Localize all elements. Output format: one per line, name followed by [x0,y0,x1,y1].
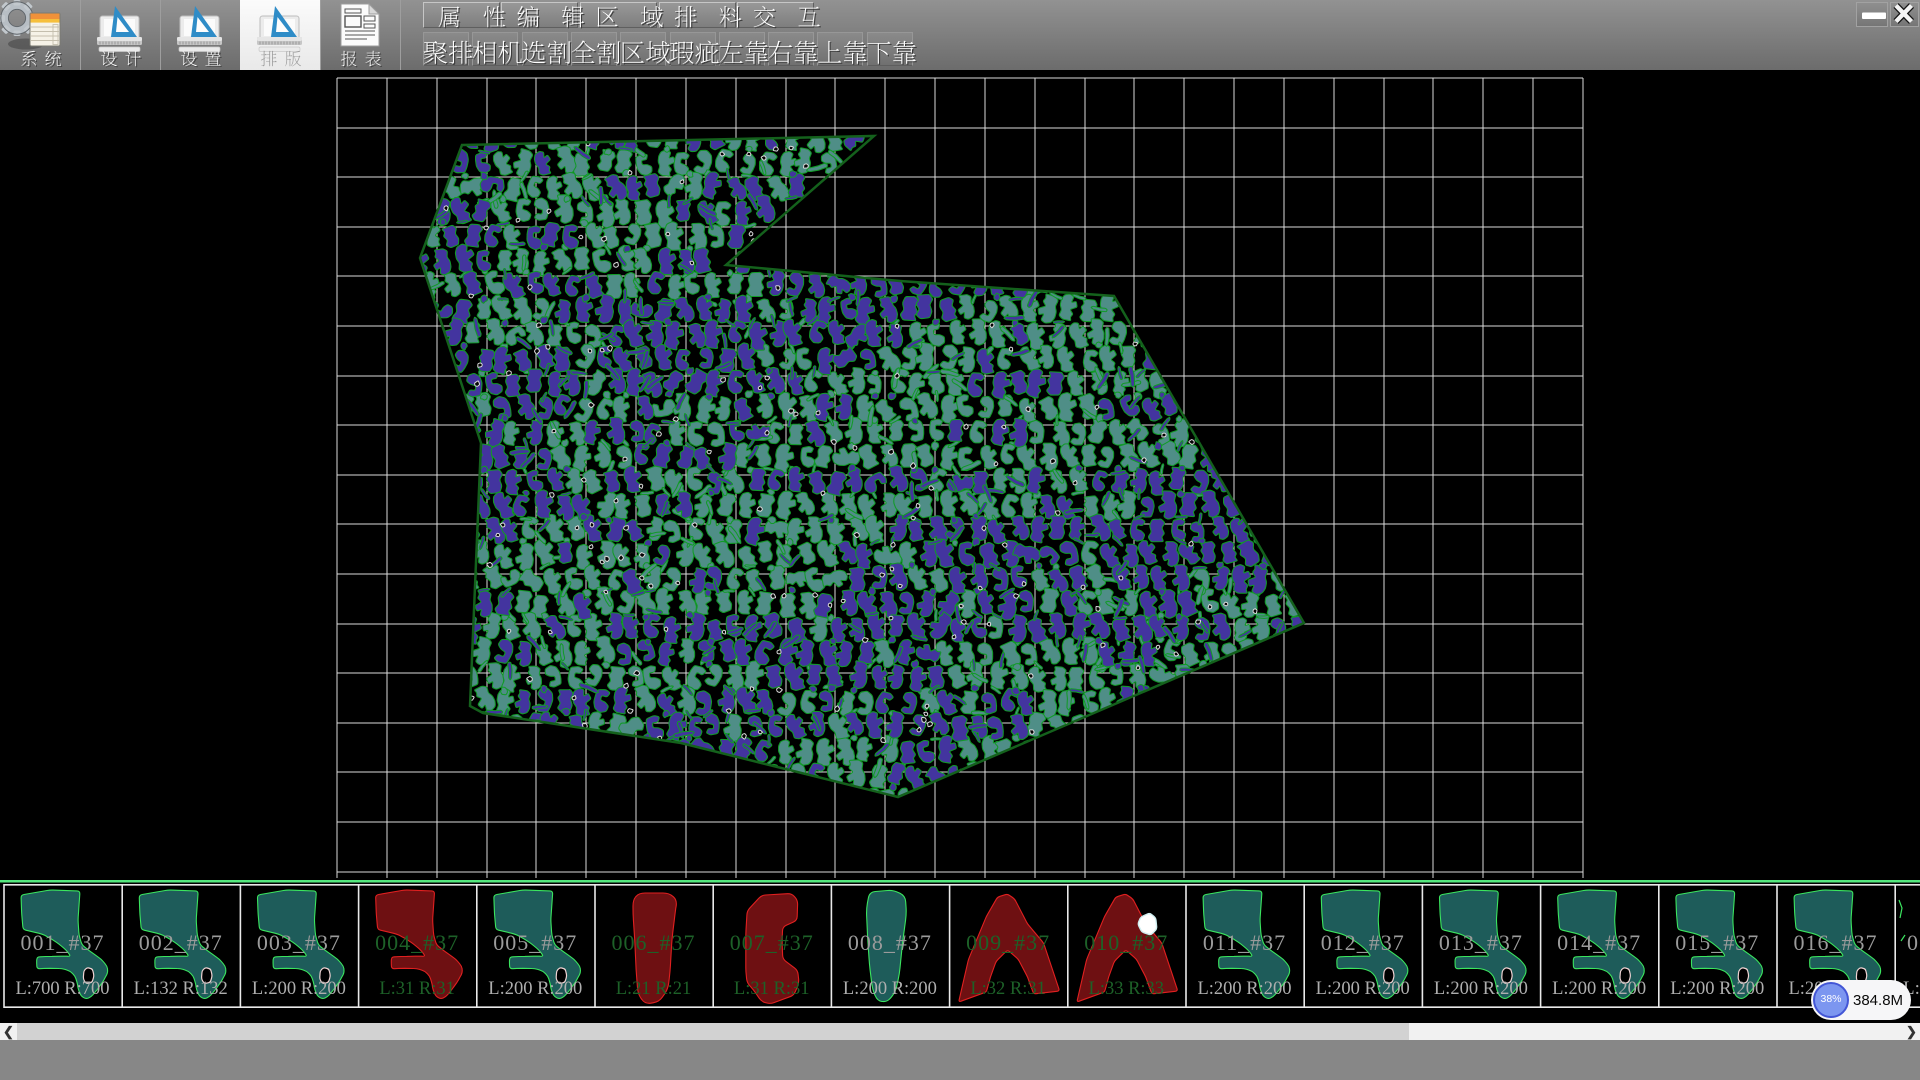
svg-text:L:31 R:31: L:31 R:31 [734,979,810,999]
svg-text:L:200 R:200: L:200 R:200 [1316,979,1410,999]
svg-text:L:200 R:200: L:200 R:200 [252,979,346,999]
svg-text:009_#37: 009_#37 [966,930,1050,955]
svg-text:008_#37: 008_#37 [848,930,932,955]
svg-text:L:132 R:132: L:132 R:132 [134,979,228,999]
svg-text:011_#37: 011_#37 [1203,930,1286,955]
svg-text:L:700 R:700: L:700 R:700 [15,979,109,999]
svg-text:012_#37: 012_#37 [1321,930,1405,955]
svg-text:L:200 R:200: L:200 R:200 [488,979,582,999]
svg-text:004_#37: 004_#37 [375,930,459,955]
svg-text:014_#37: 014_#37 [1557,930,1641,955]
svg-text:016_#37: 016_#37 [1794,930,1878,955]
svg-text:L:33 R:33: L:33 R:33 [1089,979,1165,999]
svg-text:001_#37: 001_#37 [21,930,105,955]
svg-text:L:31 R:31: L:31 R:31 [379,979,455,999]
svg-text:005_#37: 005_#37 [493,930,577,955]
svg-text:L:200 R:200: L:200 R:200 [843,979,937,999]
svg-text:003_#37: 003_#37 [257,930,341,955]
svg-text:015_#37: 015_#37 [1675,930,1759,955]
svg-text:0: 0 [1907,930,1918,955]
svg-text:L:200 R:200: L:200 R:200 [1434,979,1528,999]
svg-text:L:200 R:200: L:200 R:200 [1670,979,1764,999]
svg-text:L:200 R:200: L:200 R:200 [1197,979,1291,999]
svg-text:010_#37: 010_#37 [1084,930,1168,955]
svg-text:L:32 R:31: L:32 R:31 [970,979,1046,999]
svg-text:002_#37: 002_#37 [139,930,223,955]
svg-text:007_#37: 007_#37 [730,930,814,955]
svg-text:013_#37: 013_#37 [1439,930,1523,955]
svg-text:L:21 R:21: L:21 R:21 [616,979,692,999]
svg-text:006_#37: 006_#37 [612,930,696,955]
svg-text:L:200 R:200: L:200 R:200 [1552,979,1646,999]
